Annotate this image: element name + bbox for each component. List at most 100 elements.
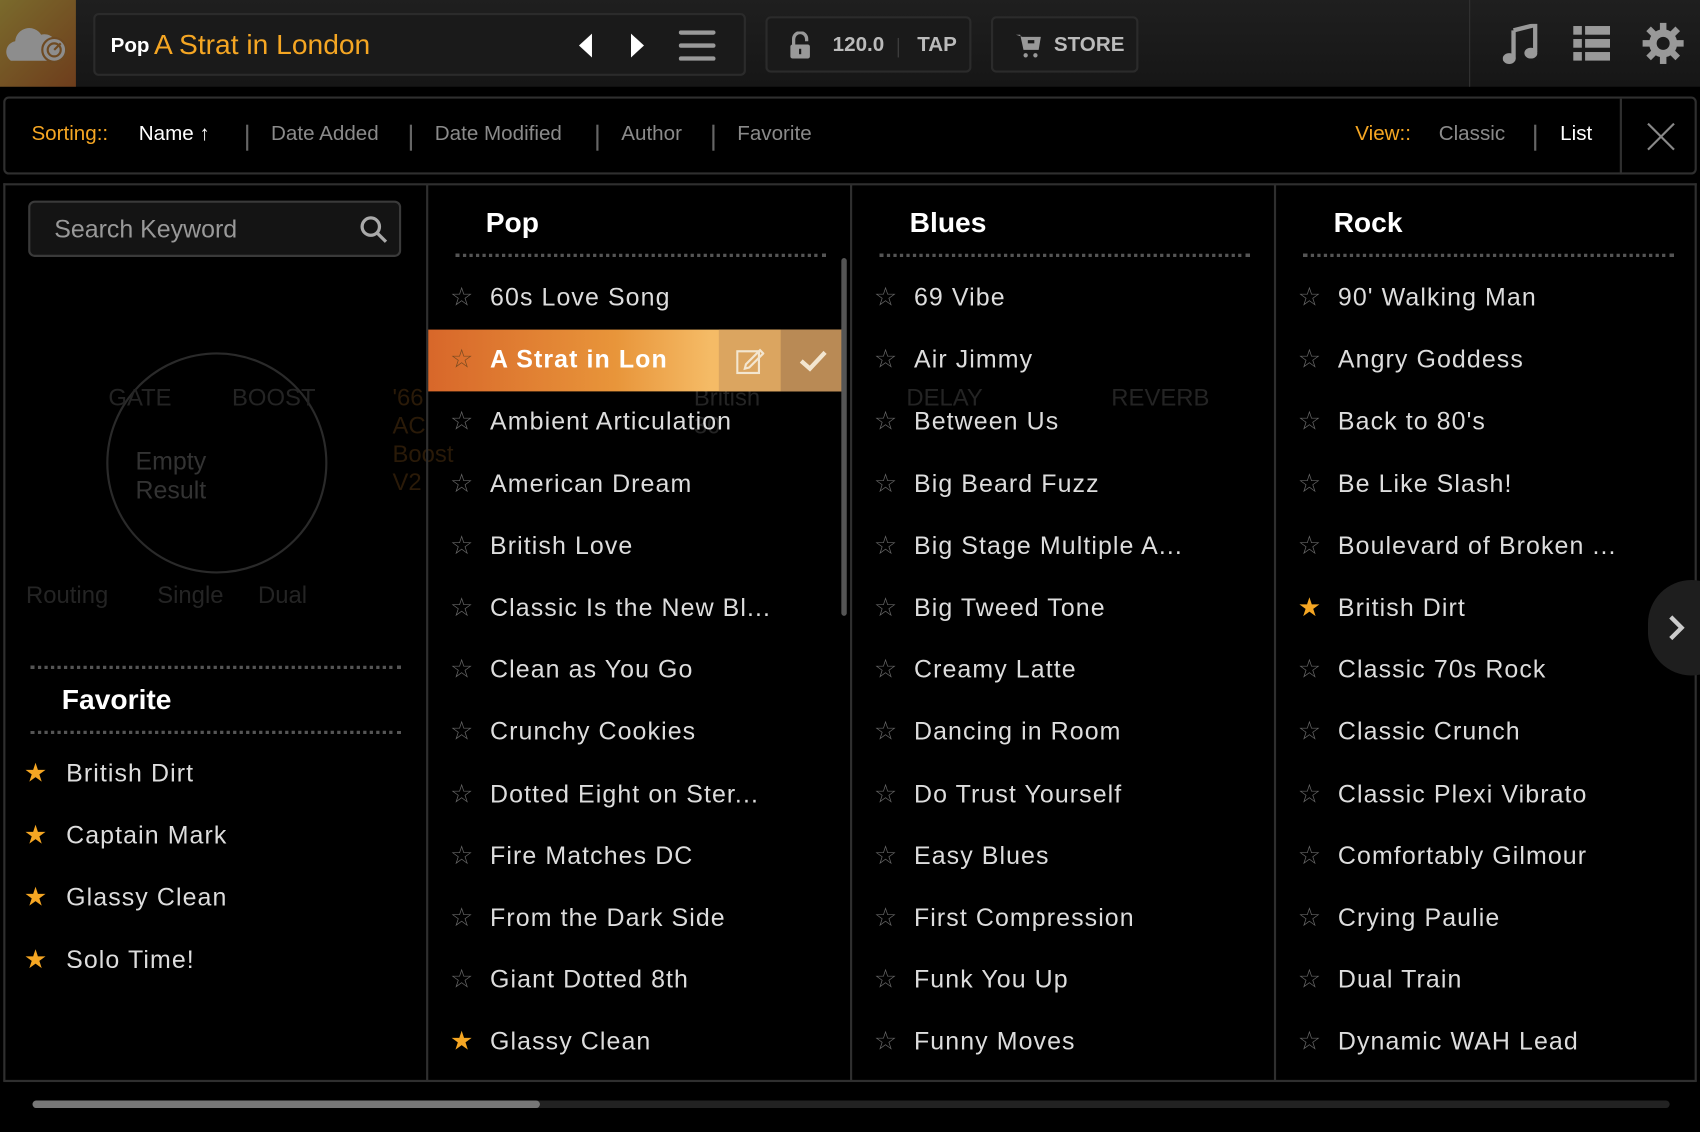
sort-author[interactable]: Author	[621, 123, 682, 147]
preset-item[interactable]: ☆ Easy Blues	[852, 826, 1276, 888]
star-outline-icon[interactable]: ☆	[1298, 903, 1321, 933]
preset-item[interactable]: ☆ Be Like Slash!	[1276, 454, 1700, 516]
favorite-item[interactable]: ★ Glassy Clean	[0, 868, 426, 930]
store-button[interactable]: STORE	[990, 16, 1139, 73]
preset-item[interactable]: ☆ Funk You Up	[852, 950, 1276, 1012]
tempo-value[interactable]: 120.0	[833, 34, 885, 58]
star-outline-icon[interactable]: ☆	[1298, 1027, 1321, 1057]
preset-item[interactable]: ☆ Big Beard Fuzz	[852, 454, 1276, 516]
preset-item[interactable]: ☆ 90' Walking Man	[1276, 268, 1700, 330]
star-outline-icon[interactable]: ☆	[874, 531, 897, 561]
favorite-item[interactable]: ★ British Dirt	[0, 744, 426, 806]
list-icon[interactable]	[1573, 26, 1611, 61]
star-outline-icon[interactable]: ☆	[450, 593, 473, 623]
preset-item[interactable]: ☆ Crunchy Cookies	[428, 702, 843, 764]
star-outline-icon[interactable]: ☆	[450, 655, 473, 685]
star-outline-icon[interactable]: ☆	[1298, 407, 1321, 437]
search-icon[interactable]	[360, 216, 388, 244]
cloud-button[interactable]	[0, 0, 76, 87]
preset-item[interactable]: ☆ Do Trust Yourself	[852, 764, 1276, 826]
star-filled-icon[interactable]: ★	[450, 1027, 473, 1057]
star-outline-icon[interactable]: ☆	[450, 407, 473, 437]
star-outline-icon[interactable]: ☆	[1298, 779, 1321, 809]
preset-item[interactable]: ☆ Funny Moves	[852, 1012, 1276, 1074]
favorite-item[interactable]: ★ Captain Mark	[0, 806, 426, 868]
chevron-left-icon[interactable]	[578, 33, 592, 58]
preset-item[interactable]: ☆ Comfortably Gilmour	[1276, 826, 1700, 888]
star-outline-icon[interactable]: ☆	[874, 841, 897, 871]
preset-item[interactable]: ☆ Dancing in Room	[852, 702, 1276, 764]
preset-item[interactable]: ☆ A Strat in Lon	[428, 329, 844, 392]
star-outline-icon[interactable]: ☆	[874, 779, 897, 809]
star-outline-icon[interactable]: ☆	[874, 469, 897, 499]
star-outline-icon[interactable]: ☆	[450, 965, 473, 995]
preset-item[interactable]: ☆ Dual Train	[1276, 950, 1700, 1012]
preset-item[interactable]: ☆ Back to 80's	[1276, 392, 1700, 454]
preset-item[interactable]: ☆ Classic Crunch	[1276, 702, 1700, 764]
star-outline-icon[interactable]: ☆	[874, 593, 897, 623]
preset-item[interactable]: ☆ Air Jimmy	[852, 330, 1276, 392]
sort-favorite[interactable]: Favorite	[737, 123, 811, 147]
star-outline-icon[interactable]: ☆	[874, 965, 897, 995]
star-outline-icon[interactable]: ☆	[874, 283, 897, 313]
sort-name[interactable]: Name ↑	[139, 123, 210, 147]
search-input[interactable]	[52, 213, 350, 246]
menu-icon[interactable]	[678, 30, 716, 61]
star-outline-icon[interactable]: ☆	[874, 345, 897, 375]
horizontal-scrollbar-thumb[interactable]	[32, 1100, 541, 1109]
star-outline-icon[interactable]: ☆	[450, 531, 473, 561]
preset-item[interactable]: ☆ From the Dark Side	[428, 888, 843, 950]
star-outline-icon[interactable]: ☆	[874, 655, 897, 685]
sort-date-added[interactable]: Date Added	[271, 123, 379, 147]
preset-selector[interactable]: Pop A Strat in London	[93, 13, 746, 76]
star-filled-icon[interactable]: ★	[24, 759, 47, 789]
star-outline-icon[interactable]: ☆	[450, 841, 473, 871]
star-outline-icon[interactable]: ☆	[1298, 965, 1321, 995]
star-outline-icon[interactable]: ☆	[874, 1027, 897, 1057]
preset-item[interactable]: ☆ Classic Is the New Bl...	[428, 578, 843, 640]
preset-item[interactable]: ☆ Between Us	[852, 392, 1276, 454]
star-filled-icon[interactable]: ★	[1298, 593, 1321, 623]
star-outline-icon[interactable]: ☆	[450, 283, 473, 313]
star-outline-icon[interactable]: ☆	[450, 779, 473, 809]
star-outline-icon[interactable]: ☆	[450, 903, 473, 933]
preset-item[interactable]: ☆ Classic Plexi Vibrato	[1276, 764, 1700, 826]
star-outline-icon[interactable]: ☆	[1298, 345, 1321, 375]
preset-item[interactable]: ☆ Clean as You Go	[428, 640, 843, 702]
confirm-button[interactable]	[780, 329, 844, 392]
preset-item[interactable]: ☆ Big Stage Multiple A...	[852, 516, 1276, 578]
favorite-item[interactable]: ★ Solo Time!	[0, 930, 426, 992]
preset-item[interactable]: ☆ Dotted Eight on Ster...	[428, 764, 843, 826]
close-icon[interactable]	[1647, 122, 1675, 151]
preset-item[interactable]: ☆ British Love	[428, 516, 843, 578]
preset-item[interactable]: ☆ First Compression	[852, 888, 1276, 950]
edit-button[interactable]	[718, 329, 781, 392]
star-filled-icon[interactable]: ★	[24, 883, 47, 913]
star-outline-icon[interactable]: ☆	[1298, 717, 1321, 747]
star-outline-icon[interactable]: ☆	[1298, 469, 1321, 499]
view-classic[interactable]: Classic	[1439, 123, 1505, 147]
preset-item[interactable]: ★ Glassy Clean	[428, 1012, 843, 1074]
star-outline-icon[interactable]: ☆	[874, 903, 897, 933]
preset-item[interactable]: ★ British Dirt	[1276, 578, 1700, 640]
star-outline-icon[interactable]: ☆	[1298, 655, 1321, 685]
preset-item[interactable]: ☆ 60s Love Song	[428, 268, 843, 330]
preset-item[interactable]: ☆ American Dream	[428, 454, 843, 516]
lock-icon[interactable]	[789, 31, 811, 59]
preset-item[interactable]: ☆ Boulevard of Broken ...	[1276, 516, 1700, 578]
preset-item[interactable]: ☆ Crying Paulie	[1276, 888, 1700, 950]
preset-item[interactable]: ☆ Fire Matches DC	[428, 826, 843, 888]
tap-button[interactable]: TAP	[917, 34, 957, 58]
music-note-icon[interactable]	[1502, 23, 1538, 65]
preset-item[interactable]: ☆ 69 Vibe	[852, 268, 1276, 330]
star-outline-icon[interactable]: ☆	[874, 407, 897, 437]
star-outline-icon[interactable]: ☆	[450, 469, 473, 499]
star-outline-icon[interactable]: ☆	[1298, 283, 1321, 313]
sort-date-modified[interactable]: Date Modified	[435, 123, 562, 147]
star-filled-icon[interactable]: ★	[24, 945, 47, 975]
preset-item[interactable]: ☆ Giant Dotted 8th	[428, 950, 843, 1012]
chevron-right-icon[interactable]	[631, 33, 645, 58]
star-filled-icon[interactable]: ★	[24, 821, 47, 851]
star-outline-icon[interactable]: ☆	[1298, 841, 1321, 871]
view-list[interactable]: List	[1560, 123, 1592, 147]
